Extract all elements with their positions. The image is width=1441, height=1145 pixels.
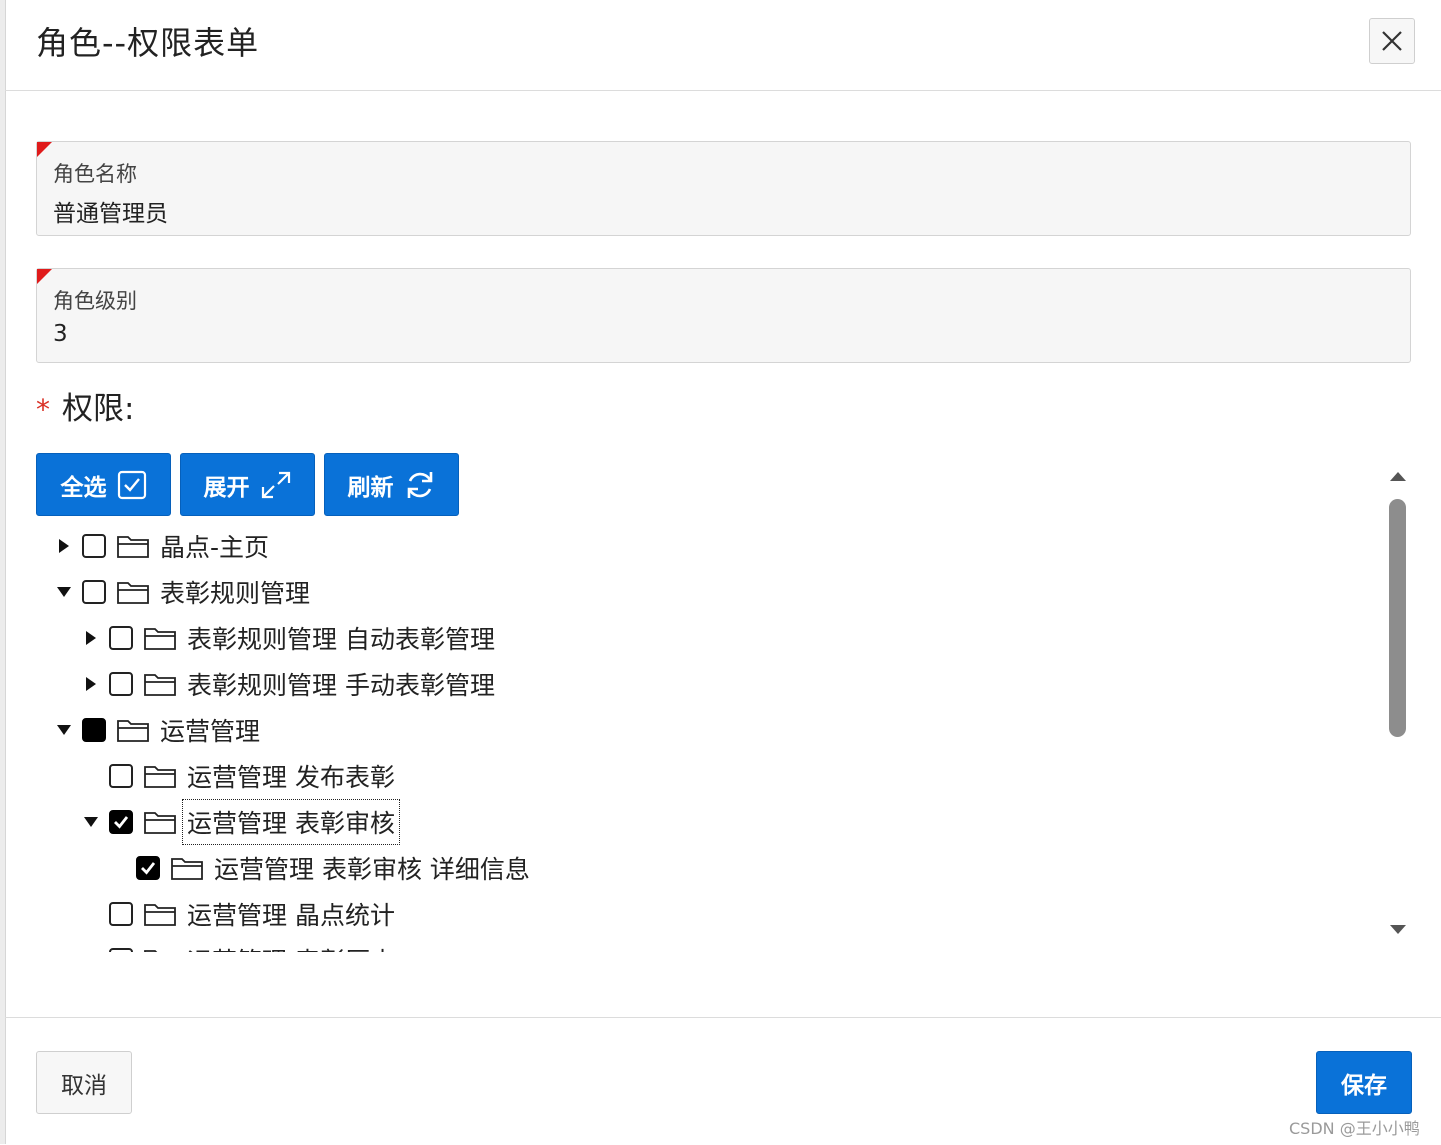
caret-right-icon[interactable] — [81, 674, 101, 694]
caret-right-icon[interactable] — [81, 628, 101, 648]
left-page-edge — [0, 0, 6, 1144]
tree-node[interactable]: 表彰规则管理 — [54, 572, 310, 612]
permissions-label: 权限: — [62, 391, 135, 427]
tree-node[interactable]: 表彰规则管理 手动表彰管理 — [81, 664, 495, 704]
tree-node-label[interactable]: 表彰规则管理 自动表彰管理 — [187, 620, 495, 656]
expand-label: 展开 — [203, 474, 250, 501]
folder-icon — [144, 674, 176, 696]
checkmark-icon — [114, 816, 129, 829]
required-indicator — [37, 269, 52, 284]
tree-checkbox[interactable] — [82, 718, 106, 742]
tree-checkbox[interactable] — [136, 856, 160, 880]
required-indicator — [37, 142, 52, 157]
tree-node[interactable]: 运营管理 表彰审核 — [81, 799, 400, 845]
role-name-label: 角色名称 — [53, 162, 137, 186]
expand-button[interactable]: 展开 — [180, 453, 315, 516]
dialog-header: 角色--权限表单 — [5, 0, 1441, 91]
role-name-field[interactable]: 角色名称 普通管理员 — [36, 141, 1411, 236]
folder-icon — [117, 582, 149, 604]
tree-checkbox[interactable] — [82, 534, 106, 558]
tree-checkbox[interactable] — [109, 948, 133, 952]
folder-icon — [117, 720, 149, 742]
role-level-label: 角色级别 — [53, 289, 137, 313]
permission-tree: 晶点-主页 表彰规则管理 表彰规则管理 自动表彰管理 表彰规则管理 手动表彰管理 运营管… — [36, 522, 1381, 952]
folder-icon — [144, 904, 176, 926]
tree-node-label[interactable]: 运营管理 晶点统计 — [187, 896, 395, 932]
tree-node-label[interactable]: 表彰规则管理 — [160, 574, 310, 610]
folder-icon — [117, 536, 149, 558]
tree-checkbox[interactable] — [109, 764, 133, 788]
folder-icon — [144, 766, 176, 788]
caret-right-icon[interactable] — [54, 536, 74, 556]
tree-node-label[interactable]: 运营管理 表彰审核 — [182, 799, 400, 845]
folder-icon — [144, 950, 158, 952]
scroll-up-arrow-icon[interactable] — [1389, 470, 1407, 482]
refresh-icon — [407, 471, 432, 498]
tree-checkbox[interactable] — [109, 902, 133, 926]
checkbox-check-icon — [117, 470, 146, 499]
tree-node-label[interactable]: 表彰规则管理 手动表彰管理 — [187, 666, 495, 702]
watermark: CSDN @王小小鸭 — [1289, 1119, 1420, 1138]
role-level-field[interactable]: 角色级别 3 — [36, 268, 1411, 363]
caret-right-icon[interactable] — [81, 950, 101, 952]
scroll-down-arrow-icon[interactable] — [1389, 924, 1407, 936]
folder-icon — [144, 812, 176, 834]
folder-icon — [171, 858, 203, 880]
tree-node[interactable]: 运营管理 发布表彰 — [81, 756, 395, 796]
tree-node-label[interactable]: 运营管理 表彰历史 — [187, 942, 395, 952]
caret-down-icon[interactable] — [81, 812, 101, 832]
tree-node-label[interactable]: 运营管理 表彰审核 详细信息 — [214, 850, 530, 886]
dialog-footer — [5, 1017, 1441, 1145]
tree-node-label[interactable]: 运营管理 — [160, 712, 260, 748]
scrollbar-thumb[interactable] — [1389, 499, 1406, 737]
refresh-label: 刷新 — [347, 474, 394, 501]
tree-node[interactable]: 运营管理 — [54, 710, 260, 750]
tree-node[interactable]: 晶点-主页 — [54, 526, 269, 566]
select-all-button[interactable]: 全选 — [36, 453, 171, 516]
tree-checkbox[interactable] — [109, 626, 133, 650]
tree-checkbox[interactable] — [109, 810, 133, 834]
required-star: * — [36, 393, 50, 426]
dialog-title: 角色--权限表单 — [36, 24, 260, 62]
tree-node[interactable]: 运营管理 表彰审核 详细信息 — [108, 848, 530, 888]
cancel-button[interactable]: 取消 — [36, 1051, 132, 1114]
save-button[interactable]: 保存 — [1316, 1051, 1412, 1114]
expand-arrows-icon — [261, 471, 290, 498]
tree-node[interactable]: 运营管理 表彰历史 — [81, 940, 395, 952]
role-level-value: 3 — [53, 321, 68, 347]
caret-down-icon[interactable] — [54, 582, 74, 602]
tree-checkbox[interactable] — [82, 580, 106, 604]
tree-checkbox[interactable] — [109, 672, 133, 696]
select-all-label: 全选 — [60, 474, 107, 501]
permissions-heading: * 权限: — [36, 383, 134, 428]
refresh-button[interactable]: 刷新 — [324, 453, 459, 516]
caret-down-icon[interactable] — [54, 720, 74, 740]
tree-node-label[interactable]: 晶点-主页 — [160, 528, 269, 564]
checkmark-icon — [141, 862, 156, 875]
role-name-value: 普通管理员 — [53, 201, 168, 227]
close-icon — [1382, 31, 1402, 51]
tree-node[interactable]: 表彰规则管理 自动表彰管理 — [81, 618, 495, 658]
tree-node-label[interactable]: 运营管理 发布表彰 — [187, 758, 395, 794]
close-button[interactable] — [1369, 18, 1415, 64]
folder-icon — [144, 628, 176, 650]
tree-node[interactable]: 运营管理 晶点统计 — [81, 894, 395, 934]
